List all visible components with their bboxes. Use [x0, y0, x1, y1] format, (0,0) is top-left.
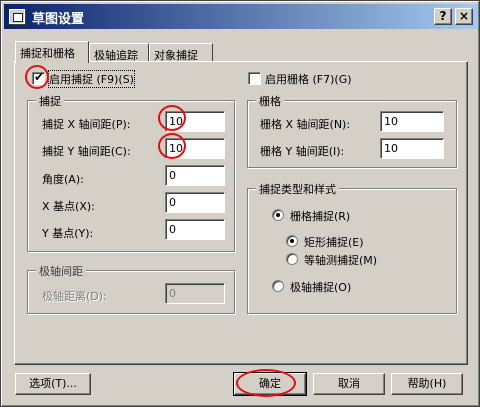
polar-distance-label: 极轴距离(D):: [42, 290, 107, 303]
grid-group: 栅格 栅格 X 轴间距(N): 10 栅格 Y 轴间距(I): 10: [247, 93, 457, 168]
snap-y-label: 捕捉 Y 轴间距(C):: [42, 145, 131, 158]
angle-input[interactable]: 0: [165, 165, 225, 186]
rect-snap-label[interactable]: 矩形捕捉(E): [304, 234, 364, 250]
options-button[interactable]: 选项(T)...: [15, 373, 91, 395]
check-icon: ✔: [34, 70, 45, 84]
grid-y-input[interactable]: 10: [380, 138, 444, 159]
y-base-label: Y 基点(Y):: [42, 227, 94, 240]
iso-snap-label[interactable]: 等轴测捕捉(M): [304, 252, 377, 268]
polar-spacing-group: 极轴间距 极轴距离(D): 0: [27, 263, 235, 314]
snap-group: 捕捉 捕捉 X 轴间距(P): 10 捕捉 Y 轴间距(C): 10 角度(A)…: [27, 93, 235, 252]
sketch-settings-dialog: 草图设置 ? × 捕捉和栅格 极轴追踪 对象捕捉 ✔ 启用捕捉 (F9)(S) …: [0, 0, 480, 407]
x-base-label: X 基点(X):: [42, 200, 95, 213]
cancel-button[interactable]: 取消: [313, 373, 385, 395]
tab-object-snap[interactable]: 对象捕捉: [149, 43, 213, 62]
grid-x-input[interactable]: 10: [380, 111, 444, 132]
tab-panel-snap-grid: ✔ 启用捕捉 (F9)(S) 捕捉 捕捉 X 轴间距(P): 10 捕捉 Y 轴…: [14, 61, 468, 365]
enable-snap-checkbox[interactable]: ✔: [32, 70, 45, 85]
ok-button[interactable]: 确定: [233, 372, 307, 396]
grid-group-title: 栅格: [256, 93, 284, 109]
tab-snap-grid[interactable]: 捕捉和栅格: [15, 41, 89, 63]
enable-grid-checkbox[interactable]: [248, 72, 261, 85]
polar-snap-radio[interactable]: [272, 280, 284, 292]
app-icon: [9, 9, 25, 24]
rect-snap-radio[interactable]: [286, 235, 298, 247]
window-title: 草图设置: [32, 12, 85, 27]
tab-polar-tracking[interactable]: 极轴追踪: [89, 43, 149, 62]
enable-snap-label[interactable]: 启用捕捉 (F9)(S): [48, 70, 135, 88]
snap-x-label: 捕捉 X 轴间距(P):: [42, 118, 131, 131]
snap-x-input[interactable]: 10: [165, 111, 225, 132]
snap-group-title: 捕捉: [36, 93, 64, 109]
close-button[interactable]: ×: [455, 8, 473, 25]
grid-snap-label[interactable]: 栅格捕捉(R): [290, 208, 350, 224]
iso-snap-radio[interactable]: [286, 253, 298, 265]
grid-snap-radio[interactable]: [272, 209, 284, 221]
snap-type-title: 捕捉类型和样式: [256, 181, 339, 197]
snap-y-input[interactable]: 10: [165, 138, 225, 159]
grid-x-label: 栅格 X 轴间距(N):: [260, 118, 351, 131]
help-button[interactable]: 帮助(H): [391, 373, 463, 395]
y-base-input[interactable]: 0: [165, 219, 225, 240]
enable-grid-label[interactable]: 启用栅格 (F7)(G): [265, 71, 352, 87]
help-title-button[interactable]: ?: [434, 8, 452, 25]
polar-distance-input[interactable]: 0: [165, 283, 225, 304]
grid-y-label: 栅格 Y 轴间距(I):: [260, 145, 345, 158]
snap-type-group: 捕捉类型和样式 栅格捕捉(R) 矩形捕捉(E) 等轴测捕捉(M) 极轴捕捉(O): [247, 181, 457, 314]
angle-label: 角度(A):: [42, 173, 84, 186]
title-bar[interactable]: 草图设置 ? ×: [4, 4, 478, 29]
polar-spacing-title: 极轴间距: [36, 263, 86, 279]
polar-snap-label[interactable]: 极轴捕捉(O): [290, 279, 351, 295]
x-base-input[interactable]: 0: [165, 192, 225, 213]
